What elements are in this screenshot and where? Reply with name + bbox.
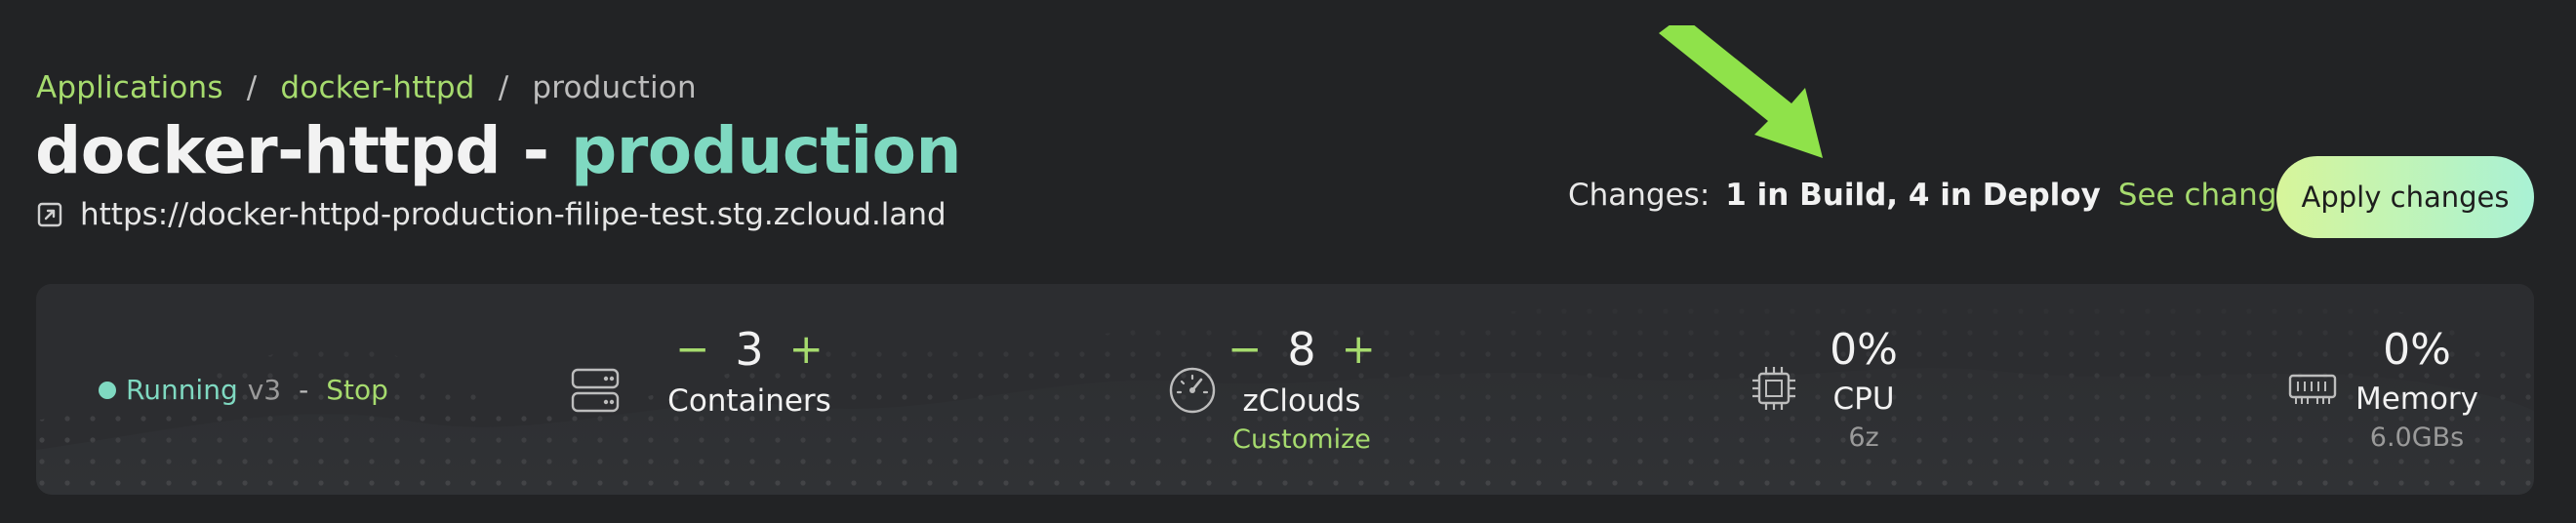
page-title-dash: - [522, 113, 549, 188]
breadcrumb-applications[interactable]: Applications [36, 70, 223, 105]
changes-summary: 1 in Build, 4 in Deploy [1725, 178, 2101, 213]
status-panel: Running v3 - Stop − 3 + Containers − 8 +… [36, 284, 2534, 495]
pending-changes: Changes: 1 in Build, 4 in Deploy See cha… [1568, 178, 2312, 213]
page-title-environment: production [570, 113, 962, 188]
runtime-status: Running v3 - Stop [99, 374, 388, 406]
stop-button[interactable]: Stop [326, 374, 388, 406]
memory-label: Memory [2355, 382, 2479, 417]
zclouds-increment-button[interactable]: + [1342, 329, 1376, 370]
status-text: Running [126, 374, 238, 406]
zclouds-label: zClouds [1242, 383, 1361, 419]
status-dot [99, 381, 116, 399]
server-icon [571, 368, 620, 413]
breadcrumb-separator: / [498, 70, 509, 105]
customize-link[interactable]: Customize [1185, 424, 1419, 455]
cpu-percent: 0% [1830, 325, 1898, 375]
annotation-arrow-icon [1659, 25, 1823, 158]
breadcrumb-separator: / [246, 70, 258, 105]
containers-increment-button[interactable]: + [789, 329, 824, 370]
status-version: v3 [247, 374, 282, 406]
breadcrumb: Applications / docker-httpd / production [36, 70, 697, 105]
app-page: Applications / docker-httpd / production… [0, 0, 2576, 523]
zclouds-count: 8 [1287, 323, 1316, 376]
app-url-text: https://docker-httpd-production-filipe-t… [80, 197, 946, 232]
containers-count: 3 [735, 323, 764, 376]
apply-changes-button[interactable]: Apply changes [2276, 156, 2534, 238]
page-title-app: docker-httpd [35, 113, 502, 188]
external-link-icon [37, 202, 62, 227]
cpu-sub: 6z [1848, 422, 1879, 453]
containers-label: Containers [667, 383, 831, 419]
zclouds-decrement-button[interactable]: − [1228, 329, 1262, 370]
status-dash: - [299, 374, 309, 406]
page-title: docker-httpd - production [35, 113, 961, 188]
memory-percent: 0% [2383, 325, 2451, 375]
containers-metric: − 3 + Containers [632, 327, 866, 419]
containers-stepper: − 3 + [632, 327, 866, 372]
cpu-metric: 0% CPU 6z [1786, 325, 1942, 454]
breadcrumb-app[interactable]: docker-httpd [280, 70, 474, 105]
app-url-link[interactable]: https://docker-httpd-production-filipe-t… [37, 197, 946, 232]
cpu-label: CPU [1832, 382, 1895, 417]
memory-sub: 6.0GBs [2369, 422, 2465, 453]
breadcrumb-current: production [532, 70, 697, 105]
zclouds-stepper: − 8 + [1185, 327, 1419, 372]
memory-metric: 0% Memory 6.0GBs [2329, 325, 2505, 454]
changes-label: Changes: [1568, 178, 1711, 213]
zclouds-metric: − 8 + zClouds Customize [1185, 327, 1419, 455]
containers-decrement-button[interactable]: − [675, 329, 709, 370]
